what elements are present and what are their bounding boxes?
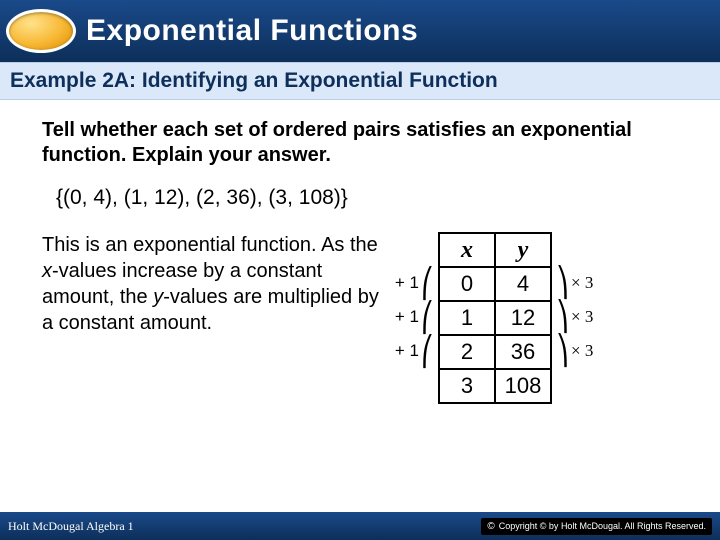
x-diff-2: + 1⎛: [395, 300, 434, 334]
footer-book-title: Holt McDougal Algebra 1: [8, 519, 134, 534]
explain-x: x: [42, 260, 52, 282]
xy-table: x y 04 112 236 3108: [438, 232, 552, 404]
ordered-pairs-set: {(0, 4), (1, 12), (2, 36), (3, 108)}: [56, 186, 692, 210]
y-ratio-2-label: × 3: [571, 307, 593, 327]
x-diff-3: + 1⎛: [395, 334, 434, 368]
example-heading-bar: Example 2A: Identifying an Exponential F…: [0, 62, 720, 100]
y-ratio-annotations: ⎞× 3 ⎞× 3 ⎞× 3: [552, 232, 608, 394]
title-bar: Exponential Functions: [0, 0, 720, 62]
cell-x: 2: [439, 335, 495, 369]
problem-prompt: Tell whether each set of ordered pairs s…: [42, 118, 692, 168]
x-diff-2-label: + 1: [395, 307, 419, 327]
cell-y: 12: [495, 301, 551, 335]
solution-row: This is an exponential function. As the …: [42, 232, 692, 404]
explain-part-a: This is an exponential function. As the: [42, 234, 378, 256]
footer-copyright: © Copyright © by Holt McDougal. All Righ…: [481, 518, 712, 535]
table-row: 236: [439, 335, 551, 369]
cell-y: 4: [495, 267, 551, 301]
explain-y: y: [153, 286, 163, 308]
cell-y: 36: [495, 335, 551, 369]
cell-x: 3: [439, 369, 495, 403]
page-title: Exponential Functions: [86, 14, 418, 48]
cell-x: 1: [439, 301, 495, 335]
table-header-row: x y: [439, 233, 551, 267]
table-row: 3108: [439, 369, 551, 403]
copyright-icon: ©: [487, 521, 494, 532]
footer-bar: Holt McDougal Algebra 1 © Copyright © by…: [0, 512, 720, 540]
y-ratio-2: ⎞× 3: [556, 300, 608, 334]
footer-copyright-text: Copyright © by Holt McDougal. All Rights…: [499, 521, 706, 531]
y-ratio-3-label: × 3: [571, 341, 593, 361]
table-row: 04: [439, 267, 551, 301]
cell-y: 108: [495, 369, 551, 403]
x-diff-1: + 1⎛: [395, 266, 434, 300]
x-diff-1-label: + 1: [395, 273, 419, 293]
x-difference-annotations: + 1⎛ + 1⎛ + 1⎛: [390, 232, 438, 394]
content-area: Tell whether each set of ordered pairs s…: [0, 100, 720, 404]
y-ratio-1: ⎞× 3: [556, 266, 608, 300]
y-ratio-1-label: × 3: [571, 273, 593, 293]
explanation-text: This is an exponential function. As the …: [42, 232, 390, 336]
col-header-x: x: [439, 233, 495, 267]
col-header-y: y: [495, 233, 551, 267]
table-row: 112: [439, 301, 551, 335]
logo-oval: [6, 9, 76, 53]
y-ratio-3: ⎞× 3: [556, 334, 608, 368]
cell-x: 0: [439, 267, 495, 301]
x-diff-3-label: + 1: [395, 341, 419, 361]
example-heading: Example 2A: Identifying an Exponential F…: [10, 69, 710, 93]
